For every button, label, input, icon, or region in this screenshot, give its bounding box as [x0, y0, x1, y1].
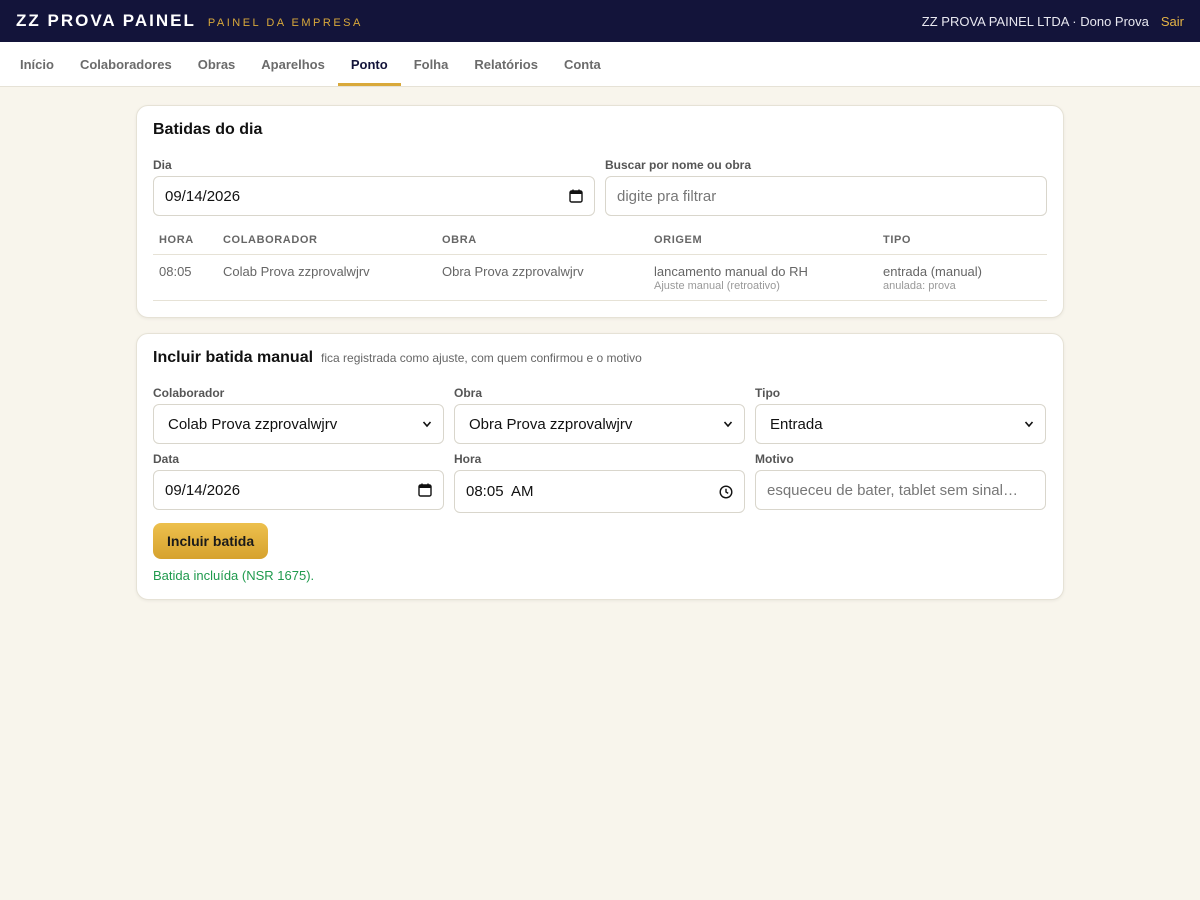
cell-colaborador: Colab Prova zzprovalwjrv [217, 254, 436, 301]
obra-field-group: Obra Obra Prova zzprovalwjrv [454, 386, 745, 444]
tipo-field-group: Tipo Entrada [755, 386, 1046, 444]
brand: ZZ PROVA PAINEL PAINEL DA EMPRESA [16, 11, 363, 31]
day-date-value: 09/14/2026 [165, 187, 241, 205]
logout-link[interactable]: Sair [1161, 14, 1184, 29]
punches-title: Batidas do dia [153, 121, 263, 138]
tab-conta[interactable]: Conta [551, 42, 614, 86]
account-area: ZZ PROVA PAINEL LTDA · Dono Prova Sair [922, 14, 1184, 29]
tipo-selected: Entrada [770, 415, 823, 433]
company-user-label: ZZ PROVA PAINEL LTDA · Dono Prova [921, 13, 1149, 29]
manual-title: Incluir batida manual [153, 349, 314, 366]
day-date-input[interactable]: 09/14/2026 [153, 176, 595, 216]
search-label: Buscar por nome ou obra [605, 158, 752, 172]
obra-select[interactable]: Obra Prova zzprovalwjrv [454, 404, 745, 444]
manual-row-1: Colaborador Colab Prova zzprovalwjrv Obr… [153, 386, 1047, 444]
cell-tipo: entrada (manual) anulada: prova [877, 254, 1047, 301]
chevron-down-icon [422, 421, 432, 428]
brand-subtitle: PAINEL DA EMPRESA [207, 17, 363, 29]
manual-title-row: Incluir batida manual fica registrada co… [153, 349, 1047, 367]
tab-relatorios[interactable]: Relatórios [461, 42, 551, 86]
search-input[interactable]: digite pra filtrar [605, 176, 1047, 216]
origem-subtext: Ajuste manual (retroativo) [654, 280, 780, 292]
clock-icon[interactable] [719, 484, 733, 499]
tab-colaboradores[interactable]: Colaboradores [67, 42, 185, 86]
motivo-placeholder: esqueceu de bater, tablet sem sinal… [767, 481, 1018, 499]
search-field-group: Buscar por nome ou obra digite pra filtr… [605, 158, 1047, 216]
hora-time-input[interactable]: 08:05 AM [454, 470, 745, 513]
submit-punch-button[interactable]: Incluir batida [153, 523, 269, 559]
search-placeholder: digite pra filtrar [617, 187, 717, 205]
calendar-icon[interactable] [418, 483, 432, 497]
punches-filters: Dia 09/14/2026 Buscar por nome ou obra d… [153, 158, 1047, 216]
calendar-icon[interactable] [569, 189, 583, 203]
day-field-group: Dia 09/14/2026 [153, 158, 595, 216]
tipo-label: Tipo [755, 386, 781, 400]
hora-field-group: Hora 08:05 AM [454, 452, 745, 513]
column-header-origem: ORIGEM [648, 228, 877, 255]
punches-card: Batidas do dia Dia 09/14/2026 Buscar por… [136, 105, 1064, 318]
cell-origem: lancamento manual do RH Ajuste manual (r… [648, 254, 877, 301]
hora-label: Hora [454, 452, 482, 466]
motivo-input[interactable]: esqueceu de bater, tablet sem sinal… [755, 470, 1046, 510]
manual-punch-card: Incluir batida manual fica registrada co… [136, 333, 1064, 600]
colaborador-field-group: Colaborador Colab Prova zzprovalwjrv [153, 386, 444, 444]
day-label: Dia [153, 158, 172, 172]
table-row: 08:05 Colab Prova zzprovalwjrv Obra Prov… [153, 254, 1047, 301]
tab-aparelhos[interactable]: Aparelhos [248, 42, 338, 86]
obra-label: Obra [454, 386, 483, 400]
data-field-group: Data 09/14/2026 [153, 452, 444, 513]
colaborador-selected: Colab Prova zzprovalwjrv [168, 415, 338, 433]
manual-hint: fica registrada como ajuste, com quem co… [321, 351, 642, 365]
tab-folha[interactable]: Folha [401, 42, 462, 86]
top-bar: ZZ PROVA PAINEL PAINEL DA EMPRESA ZZ PRO… [0, 0, 1200, 42]
column-header-tipo: TIPO [877, 228, 1047, 255]
column-header-colaborador: COLABORADOR [217, 228, 436, 255]
chevron-down-icon [723, 421, 733, 428]
colaborador-label: Colaborador [153, 386, 225, 400]
tipo-subtext: anulada: prova [883, 280, 956, 292]
column-header-hora: HORA [153, 228, 217, 255]
origem-text: lancamento manual do RH [654, 264, 808, 279]
table-header-row: HORA COLABORADOR OBRA ORIGEM TIPO [153, 228, 1047, 255]
motivo-field-group: Motivo esqueceu de bater, tablet sem sin… [755, 452, 1046, 513]
brand-name: ZZ PROVA PAINEL [16, 11, 196, 30]
colaborador-select[interactable]: Colab Prova zzprovalwjrv [153, 404, 444, 444]
tipo-text: entrada (manual) [883, 264, 982, 279]
tab-ponto[interactable]: Ponto [337, 42, 401, 86]
cell-hora: 08:05 [153, 254, 217, 301]
chevron-down-icon [1024, 421, 1034, 428]
tab-inicio[interactable]: Início [7, 42, 67, 86]
data-label: Data [153, 452, 180, 466]
tipo-select[interactable]: Entrada [755, 404, 1046, 444]
column-header-obra: OBRA [436, 228, 648, 255]
motivo-label: Motivo [755, 452, 794, 466]
success-message: Batida incluída (NSR 1675). [153, 568, 315, 583]
hora-time-value: 08:05 AM [466, 483, 534, 500]
cell-obra: Obra Prova zzprovalwjrv [436, 254, 648, 301]
data-date-value: 09/14/2026 [165, 481, 241, 499]
data-date-input[interactable]: 09/14/2026 [153, 470, 444, 510]
main-content: Batidas do dia Dia 09/14/2026 Buscar por… [136, 105, 1064, 600]
obra-selected: Obra Prova zzprovalwjrv [469, 415, 633, 433]
punches-table: HORA COLABORADOR OBRA ORIGEM TIPO 08:05 … [153, 228, 1047, 301]
main-nav: Início Colaboradores Obras Aparelhos Pon… [0, 42, 1200, 87]
manual-row-2: Data 09/14/2026 Hora 08:05 AM Motivo esq… [153, 452, 1047, 513]
tab-obras[interactable]: Obras [185, 42, 249, 86]
